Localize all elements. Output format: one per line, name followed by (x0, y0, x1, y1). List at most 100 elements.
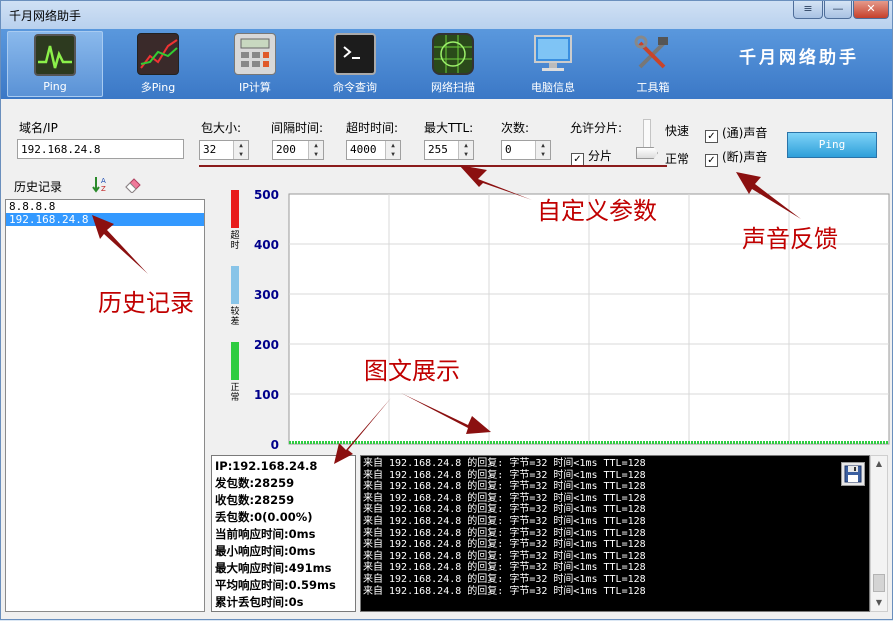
y-tick-label: 400 (254, 238, 279, 252)
tab-command-query-label: 命令查询 (333, 81, 377, 94)
fragment-label: 允许分片: (570, 121, 623, 135)
stat-ip: IP:192.168.24.8 (215, 459, 318, 473)
tab-command-query[interactable]: 命令查询 (307, 31, 403, 97)
spin-arrows-icon[interactable]: ▲ ▼ (535, 141, 550, 159)
packet-size-label: 包大小: (201, 121, 242, 135)
y-tick-label: 300 (254, 288, 279, 302)
terminal-icon (334, 33, 376, 75)
domain-input[interactable] (17, 139, 184, 159)
y-tick-label: 100 (254, 388, 279, 402)
stat-current: 当前响应时间:0ms (215, 527, 316, 541)
legend-normal-swatch (231, 342, 239, 380)
window-title: 千月网络助手 (9, 9, 82, 23)
stats-panel: IP:192.168.24.8 发包数:28259 收包数:28259 丢包数:… (211, 455, 356, 612)
multi-ping-chart-icon (137, 33, 179, 75)
legend-poor-swatch (231, 266, 239, 304)
console-line: 来自 192.168.24.8 的回复: 字节=32 时间<1ms TTL=12… (363, 515, 646, 527)
tab-multi-ping[interactable]: 多Ping (110, 31, 206, 97)
spin-arrows-icon[interactable]: ▲ ▼ (385, 141, 400, 159)
sound-ok-checkbox[interactable]: ✓ (通)声音 (705, 124, 767, 143)
packet-size-value: 32 (203, 143, 217, 156)
count-stepper[interactable]: 0 ▲ ▼ (501, 140, 551, 160)
sound-fail-checkbox[interactable]: ✓ (断)声音 (705, 148, 767, 167)
tab-network-scan[interactable]: 网络扫描 (405, 31, 501, 97)
tab-ping[interactable]: Ping (7, 31, 103, 97)
tab-ip-calc-label: IP计算 (239, 81, 271, 94)
y-tick-label: 0 (271, 438, 279, 449)
ping-console[interactable]: 来自 192.168.24.8 的回复: 字节=32 时间<1ms TTL=12… (360, 455, 870, 612)
legend-poor-label: 较差 (230, 307, 240, 327)
menu-button[interactable]: ≡ (793, 1, 823, 19)
y-tick-label: 200 (254, 338, 279, 352)
save-icon[interactable] (841, 462, 865, 486)
tools-icon (632, 33, 674, 75)
history-item[interactable]: 8.8.8.8 (6, 200, 204, 213)
eraser-icon[interactable] (124, 175, 142, 194)
spin-arrows-icon[interactable]: ▲ ▼ (458, 141, 473, 159)
svg-text:A: A (101, 177, 106, 185)
minimize-button[interactable]: — (824, 1, 852, 19)
ttl-label: 最大TTL: (424, 121, 474, 135)
console-line: 来自 192.168.24.8 的回复: 字节=32 时间<1ms TTL=12… (363, 527, 646, 539)
history-item-selected[interactable]: 192.168.24.8 (6, 213, 204, 226)
stat-min: 最小响应时间:0ms (215, 544, 316, 558)
tab-ip-calc[interactable]: IP计算 (207, 31, 303, 97)
fragment-checkbox-label: 分片 (588, 149, 613, 163)
timeout-value: 4000 (350, 143, 377, 156)
stat-sent: 发包数:28259 (215, 476, 295, 490)
console-line: 来自 192.168.24.8 的回复: 字节=32 时间<1ms TTL=12… (363, 562, 646, 574)
packet-size-stepper[interactable]: 32 ▲ ▼ (199, 140, 249, 160)
count-value: 0 (505, 143, 512, 156)
scrollbar-thumb[interactable] (873, 574, 885, 592)
console-line: 来自 192.168.24.8 的回复: 字节=32 时间<1ms TTL=12… (363, 469, 646, 481)
ttl-stepper[interactable]: 255 ▲ ▼ (424, 140, 474, 160)
speed-fast-label: 快速 (665, 124, 690, 138)
annotation-history: 历史记录 (98, 289, 194, 317)
annotation-sound-feedback: 声音反馈 (742, 225, 838, 253)
computer-monitor-icon (532, 33, 574, 75)
interval-stepper[interactable]: 200 ▲ ▼ (272, 140, 324, 160)
calculator-icon (234, 33, 276, 75)
annotation-display: 图文展示 (364, 357, 460, 385)
annotation-custom-params: 自定义参数 (537, 197, 657, 225)
spin-arrows-icon[interactable]: ▲ ▼ (233, 141, 248, 159)
console-line: 来自 192.168.24.8 的回复: 字节=32 时间<1ms TTL=12… (363, 585, 646, 597)
sort-az-icon[interactable]: AZ (92, 175, 110, 193)
ping-monitor-icon (34, 34, 76, 76)
console-line: 来自 192.168.24.8 的回复: 字节=32 时间<1ms TTL=12… (363, 504, 646, 516)
params-underline (199, 165, 667, 167)
stat-lost: 丢包数:0(0.00%) (215, 510, 313, 524)
tab-toolbox[interactable]: 工具箱 (605, 31, 701, 97)
console-line: 来自 192.168.24.8 的回复: 字节=32 时间<1ms TTL=12… (363, 539, 646, 551)
legend-normal-label: 正常 (230, 383, 240, 403)
tab-computer-info[interactable]: 电脑信息 (505, 31, 601, 97)
y-tick-label: 500 (254, 188, 279, 202)
speed-slider-thumb[interactable] (636, 147, 658, 159)
app-window: 千月网络助手 ≡ — ✕ Ping 多Ping IP计算 命令查询 网络扫描 电… (0, 0, 893, 620)
brand-title: 千月网络助手 (739, 48, 859, 68)
interval-value: 200 (276, 143, 296, 156)
tab-toolbox-label: 工具箱 (636, 81, 670, 94)
close-button[interactable]: ✕ (853, 1, 889, 19)
tab-network-scan-label: 网络扫描 (431, 81, 475, 94)
scroll-down-icon[interactable]: ▼ (871, 595, 887, 611)
scroll-up-icon[interactable]: ▲ (871, 456, 887, 472)
console-scrollbar[interactable]: ▲ ▼ (870, 455, 888, 612)
ping-button[interactable]: Ping (787, 132, 877, 158)
tab-computer-info-label: 电脑信息 (531, 81, 575, 94)
timeout-stepper[interactable]: 4000 ▲ ▼ (346, 140, 401, 160)
console-line: 来自 192.168.24.8 的回复: 字节=32 时间<1ms TTL=12… (363, 481, 646, 493)
history-label: 历史记录 (14, 180, 63, 194)
tab-ping-label: Ping (43, 80, 67, 93)
history-list[interactable]: 8.8.8.8 192.168.24.8 (5, 199, 205, 612)
svg-text:Z: Z (101, 185, 106, 193)
spin-arrows-icon[interactable]: ▲ ▼ (308, 141, 323, 159)
stat-received: 收包数:28259 (215, 493, 295, 507)
tab-multi-ping-label: 多Ping (140, 81, 176, 94)
check-icon: ✓ (705, 154, 718, 167)
fragment-checkbox[interactable]: ✓ 分片 (571, 147, 612, 166)
domain-label: 域名/IP (19, 121, 58, 135)
timeout-label: 超时时间: (346, 121, 399, 135)
console-line: 来自 192.168.24.8 的回复: 字节=32 时间<1ms TTL=12… (363, 492, 646, 504)
ttl-value: 255 (428, 143, 448, 156)
